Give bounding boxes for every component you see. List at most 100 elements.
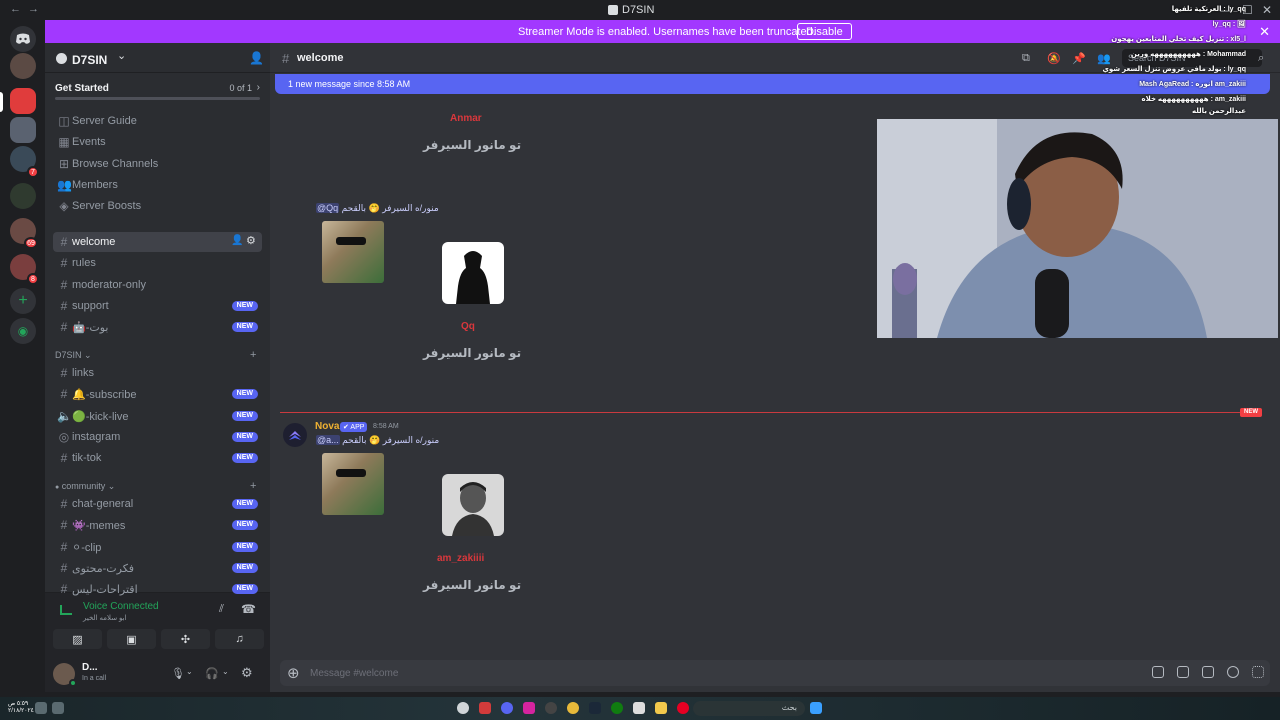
noise-suppression-icon[interactable]: ⫽ — [219, 603, 224, 616]
gif-icon[interactable] — [1177, 666, 1189, 678]
channel-item[interactable]: # rules — [53, 253, 262, 273]
channel-item[interactable]: # tik-tok NEW — [53, 448, 262, 468]
discord-home-icon[interactable] — [10, 26, 36, 52]
soundboard-button[interactable]: ♫ — [215, 629, 264, 649]
avatar[interactable] — [283, 423, 307, 447]
new-messages-bar[interactable]: 1 new message since 8:58 AM — [275, 74, 1270, 94]
server-header[interactable]: D7SIN ⌄ 👤 — [45, 43, 270, 73]
chevron-down-icon[interactable]: ⌄ — [186, 667, 193, 676]
channel-item[interactable]: # support NEW — [53, 296, 262, 316]
get-started-progress[interactable]: Get Started 0 of 1 › — [55, 81, 260, 103]
steam-taskbar-icon[interactable] — [589, 702, 601, 714]
close-window-button[interactable]: ✕ — [1262, 3, 1272, 17]
message-input[interactable] — [310, 665, 1110, 681]
new-badge: NEW — [231, 389, 258, 400]
explorer-taskbar-icon[interactable] — [655, 702, 667, 714]
create-channel-icon[interactable]: + — [250, 480, 256, 492]
member-list-icon[interactable]: 👥 — [1097, 52, 1111, 65]
back-arrow-icon[interactable]: ← — [10, 3, 21, 15]
chevron-down-icon[interactable]: ⌄ — [222, 667, 229, 676]
discover-compass-icon[interactable]: ◉ — [10, 318, 36, 344]
invite-people-icon[interactable]: 👤 — [249, 51, 264, 65]
create-channel-icon[interactable]: + — [250, 349, 256, 361]
activities-button[interactable]: ✣ — [161, 629, 210, 649]
server-menu-item[interactable]: ⊞ Browse Channels — [53, 154, 262, 174]
channel-item[interactable]: # moderator-only — [53, 275, 262, 295]
server-avatar-1[interactable] — [10, 53, 36, 79]
taskbar-app-icon[interactable] — [479, 702, 491, 714]
welcome-avatar-image — [442, 474, 504, 536]
camera-off-button[interactable]: ▨ — [53, 629, 102, 649]
channel-item[interactable]: ◎ instagram NEW — [53, 427, 262, 447]
server-menu-item[interactable]: ◫ Server Guide — [53, 111, 262, 131]
speaker-icon: 🔈 — [57, 408, 72, 423]
channel-item[interactable]: # ⚪-clip NEW — [53, 537, 262, 557]
close-icon[interactable]: ✕ — [1259, 24, 1270, 40]
voice-channel-name[interactable]: ابو سلامه الخير — [83, 614, 127, 622]
disconnect-icon[interactable]: ☎ — [241, 602, 256, 616]
server-menu-item[interactable]: ◈ Server Boosts — [53, 196, 262, 216]
add-attachment-icon[interactable]: ⊕ — [287, 664, 300, 682]
gift-icon[interactable] — [1152, 666, 1164, 678]
server-menu-item[interactable]: 👥 Members — [53, 175, 262, 195]
instagram-taskbar-icon[interactable] — [523, 702, 535, 714]
disable-streamer-button[interactable]: Disable — [797, 23, 852, 40]
clock-date: ٢/١٨/٢٠٢٤ — [8, 708, 34, 714]
apps-icon[interactable] — [1252, 666, 1264, 678]
add-server-icon[interactable]: + — [10, 288, 36, 314]
channel-item[interactable]: # 👾-memes NEW — [53, 515, 262, 535]
channel-item[interactable]: # chat-general NEW — [53, 494, 262, 514]
sticker-icon[interactable] — [1202, 666, 1214, 678]
gear-icon[interactable]: ⚙ — [241, 665, 253, 681]
chrome-taskbar-icon[interactable] — [567, 702, 579, 714]
voice-status[interactable]: Voice Connected — [83, 601, 159, 612]
message-author[interactable]: Nova — [315, 421, 339, 432]
user-mention[interactable]: @Qq — [316, 203, 340, 213]
username[interactable]: D... — [82, 662, 98, 673]
channel-label: 👾-memes — [72, 520, 126, 533]
xbox-taskbar-icon[interactable] — [611, 702, 623, 714]
pin-icon[interactable]: 📌 — [1072, 52, 1086, 65]
new-badge: NEW — [231, 322, 258, 333]
notification-bell-icon[interactable]: 🔕 — [1047, 52, 1061, 65]
category-community[interactable]: ● community ⌄ + — [55, 480, 256, 492]
menu-item-icon: 👥 — [57, 177, 72, 192]
microphone-icon[interactable]: 🎙 — [171, 667, 185, 680]
channel-item[interactable]: # welcome 👤 ⚙ — [53, 232, 262, 252]
taskbar-app-icon[interactable] — [545, 702, 557, 714]
gif-image[interactable] — [322, 453, 384, 515]
new-badge: NEW — [231, 431, 258, 442]
pinterest-taskbar-icon[interactable] — [677, 702, 689, 714]
invite-icon[interactable]: 👤 — [231, 235, 243, 246]
threads-icon[interactable]: ⧉ — [1022, 52, 1030, 65]
new-badge: NEW — [231, 453, 258, 464]
category-d7sin[interactable]: D7SIN ⌄ + — [55, 349, 256, 361]
store-taskbar-icon[interactable] — [633, 702, 645, 714]
discord-taskbar-icon[interactable] — [501, 702, 513, 714]
channel-item[interactable]: 🔈 🟢-kick-live NEW — [53, 406, 262, 426]
windows-start-icon[interactable] — [810, 702, 822, 714]
gear-icon[interactable]: ⚙ — [246, 234, 256, 247]
channel-item[interactable]: # 🔔-subscribe NEW — [53, 384, 262, 404]
server-folder-2[interactable] — [10, 183, 36, 209]
channel-item[interactable]: # links — [53, 363, 262, 383]
channel-item[interactable]: # 🤖-بوت NEW — [53, 317, 262, 337]
server-menu-item[interactable]: ▦ Events — [53, 132, 262, 152]
channel-item[interactable]: # فكرت-محتوى NEW — [53, 558, 262, 578]
gif-image[interactable] — [322, 221, 384, 283]
share-screen-button[interactable]: ▣ — [107, 629, 156, 649]
server-d7sin-icon[interactable] — [10, 88, 36, 114]
emoji-icon[interactable] — [1227, 666, 1239, 678]
tray-icon[interactable] — [35, 702, 47, 714]
channel-item[interactable]: # اقتراحات-ليس NEW — [53, 579, 262, 599]
taskbar-app-icon[interactable] — [457, 702, 469, 714]
new-badge: NEW — [231, 410, 258, 421]
tray-icon[interactable] — [52, 702, 64, 714]
taskbar-search[interactable]: بحث — [693, 701, 805, 716]
search-icon[interactable]: ⌕ — [1258, 52, 1264, 65]
user-mention[interactable]: @a... — [316, 435, 340, 445]
server-avatar-2[interactable] — [10, 117, 36, 143]
forward-arrow-icon[interactable]: → — [28, 3, 39, 15]
headphones-icon[interactable]: 🎧 — [205, 667, 219, 680]
hash-icon: # — [60, 451, 68, 466]
